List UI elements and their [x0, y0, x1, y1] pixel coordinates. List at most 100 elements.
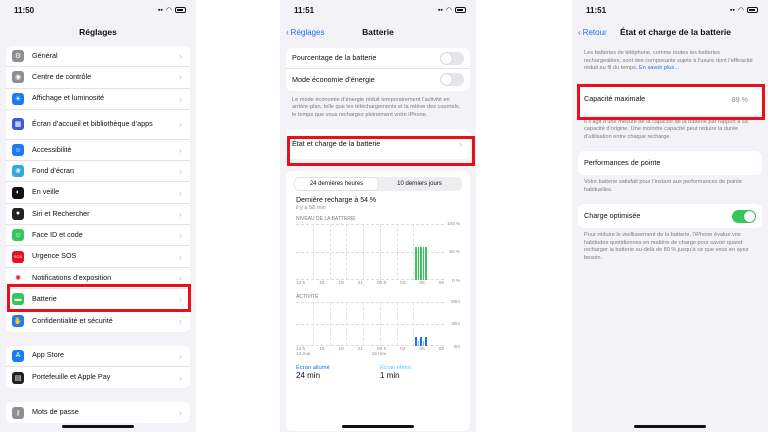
y-tick: 0 % — [452, 278, 460, 284]
battery-screen: 11:51 ▪▪ ◠ ‹ Réglages Batterie Pourcentag… — [280, 0, 476, 432]
page-title: État et charge de la batterie — [620, 27, 732, 37]
chart-bar — [425, 246, 427, 281]
chart-level-label: NIVEAU DE LA BATTERIE — [296, 216, 356, 223]
optimized-note: Pour réduire le vieillissement de la bat… — [584, 232, 749, 262]
siri-icon: ● — [12, 207, 24, 220]
settings-item-label: Confidentialité et sécurité — [32, 315, 113, 325]
chart-bar — [422, 340, 425, 347]
settings-item-key[interactable]: ⚷ Mots de passe › — [6, 402, 190, 423]
nav-bar: ‹ Retour État et charge de la batterie — [572, 20, 768, 44]
chevron-right-icon: › — [179, 251, 182, 262]
battery-status-icon — [747, 7, 758, 13]
y-tick: 100 % — [446, 221, 460, 227]
settings-item-hand[interactable]: ✋ Confidentialité et sécurité › — [6, 310, 190, 331]
x-axis-ticks: 12 h 15 18 21 00 h 03 06 09 — [296, 281, 444, 286]
settings-item-sun[interactable]: ☀ Affichage et luminosité › — [6, 89, 190, 110]
capacity-note: Il s’agit d’une mesure de la capacité de… — [584, 118, 748, 140]
wallet-icon: ▤ — [12, 371, 24, 384]
settings-item-wallet[interactable]: ▤ Portefeuille et Apple Pay › — [6, 367, 190, 388]
status-bar: 11:50 ▪▪ ◠ — [0, 0, 196, 20]
battery-percentage-row: Pourcentage de la batterie — [286, 48, 470, 70]
chevron-right-icon: › — [179, 187, 182, 198]
page-title: Réglages — [79, 27, 117, 37]
settings-item-home-grid[interactable]: ▦ Écran d’accueil et bibliothèque d’apps › — [6, 110, 190, 140]
settings-item-gear[interactable]: ⚙ Général › — [6, 46, 190, 68]
settings-item-label: Portefeuille et Apple Pay — [32, 372, 111, 382]
wallpaper-icon: ❀ — [12, 165, 24, 178]
x-date: 15 mai — [371, 352, 386, 358]
y-tick: 30m — [451, 321, 460, 327]
back-button[interactable]: ‹ Réglages — [286, 28, 324, 37]
highlight-capacity-row — [577, 84, 765, 120]
tab-24h[interactable]: 24 dernières heures — [295, 178, 378, 191]
settings-screen: 11:50 ▪▪ ◠ Réglages ⚙ Général › ◉ Centre de … — [0, 0, 196, 432]
optimized-toggle[interactable] — [732, 209, 756, 223]
settings-item-accessibility[interactable]: ☺ Accessibilité › — [6, 140, 190, 162]
face-id-icon: ☺ — [12, 229, 24, 242]
screen-time-summary: Écran allumé 24 min Écran éteint 1 min — [286, 357, 470, 380]
settings-item-label: Affichage et luminosité — [32, 93, 105, 103]
chevron-right-icon: › — [179, 93, 182, 104]
low-power-row: Mode économie d’énergie — [286, 69, 470, 90]
settings-item-label: En veille — [32, 187, 60, 197]
settings-item-siri[interactable]: ● Siri et Rechercher › — [6, 204, 190, 226]
chevron-right-icon: › — [179, 350, 182, 361]
chevron-right-icon: › — [179, 372, 182, 383]
battery-percentage-toggle[interactable] — [440, 51, 464, 65]
app-store-icon: A — [12, 349, 24, 362]
settings-item-label: Fond d’écran — [32, 166, 74, 176]
settings-item-sos[interactable]: SOS Urgence SOS › — [6, 246, 190, 268]
x-tick: 09 — [438, 281, 444, 287]
settings-item-wallpaper[interactable]: ❀ Fond d’écran › — [6, 161, 190, 183]
x-date: 14 mai — [296, 352, 311, 358]
control-center-icon: ◉ — [12, 71, 24, 84]
optimized-row: Charge optimisée — [578, 204, 762, 228]
back-label: Réglages — [290, 27, 325, 37]
battery-level-chart: 100 % 50 % 0 % — [296, 221, 460, 284]
battery-percentage-label: Pourcentage de la batterie — [292, 52, 377, 62]
back-label: Retour — [582, 27, 607, 37]
usage-card: 24 dernières heures 10 derniers jours De… — [286, 171, 470, 432]
last-charge-time: il y a 58 min — [296, 205, 326, 212]
peak-group: Performances de pointe — [578, 151, 762, 176]
chart-bar — [417, 340, 420, 347]
back-button[interactable]: ‹ Retour — [578, 28, 607, 37]
x-tick: 12 h — [296, 281, 306, 287]
peak-row: Performances de pointe — [578, 151, 762, 175]
chevron-right-icon: › — [179, 166, 182, 177]
status-icons: ▪▪ ◠ — [438, 6, 466, 14]
chevron-right-icon: › — [179, 315, 182, 326]
chevron-right-icon: › — [179, 51, 182, 62]
chevron-right-icon: › — [179, 119, 182, 130]
y-tick: 60m — [451, 299, 460, 305]
settings-item-face-id[interactable]: ☺ Face ID et code › — [6, 225, 190, 247]
signal-icon: ▪▪ — [437, 6, 443, 14]
low-power-toggle[interactable] — [440, 73, 464, 87]
settings-item-app-store[interactable]: A App Store › — [6, 346, 190, 367]
tab-10d[interactable]: 10 derniers jours — [378, 178, 461, 190]
home-indicator — [634, 425, 706, 428]
settings-item-label: Urgence SOS — [32, 251, 77, 261]
settings-item-label: Mots de passe — [32, 407, 79, 417]
peak-note: Votre batterie satisfait pour l’instant … — [584, 179, 742, 193]
nav-bar: ‹ Réglages Batterie — [280, 20, 476, 44]
chart-activity-label: ACTIVITÉ — [296, 294, 319, 301]
battery-options-group: Pourcentage de la batterie Mode économie… — [286, 48, 470, 91]
chevron-right-icon: › — [179, 407, 182, 418]
signal-icon: ▪▪ — [729, 6, 735, 14]
hand-icon: ✋ — [12, 314, 24, 327]
learn-more-link[interactable]: En savoir plus… — [639, 65, 680, 71]
settings-item-label: Siri et Rechercher — [32, 208, 90, 218]
x-tick: 15 — [319, 281, 325, 287]
settings-item-control-center[interactable]: ◉ Centre de contrôle › — [6, 67, 190, 89]
chart-bar — [417, 246, 420, 281]
settings-item-label: Écran d’accueil et bibliothèque d’apps — [32, 119, 153, 129]
settings-item-standby[interactable]: ◐ En veille › — [6, 182, 190, 204]
low-power-label: Mode économie d’énergie — [292, 74, 375, 84]
optimized-label: Charge optimisée — [584, 211, 641, 221]
screen-off-value: 1 min — [380, 371, 400, 381]
battery-status-icon — [455, 7, 466, 13]
home-indicator — [62, 425, 134, 428]
screen-on-value: 24 min — [296, 371, 321, 381]
chevron-left-icon: ‹ — [578, 27, 581, 37]
